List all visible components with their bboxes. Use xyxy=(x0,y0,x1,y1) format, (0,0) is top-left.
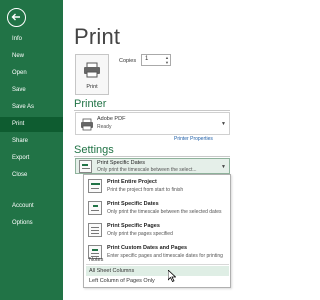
sidebar-item-save-as[interactable]: Save As xyxy=(0,100,63,115)
pages-icon xyxy=(88,223,102,237)
copies-value: 1 xyxy=(145,56,149,62)
menu-option-left-column-pages[interactable]: Left Column of Pages Only xyxy=(86,276,229,286)
copies-label: Copies xyxy=(119,58,137,64)
selected-range-title: Print Specific Dates xyxy=(97,160,145,166)
sidebar-item-account[interactable]: Account xyxy=(0,199,63,214)
print-range-dropdown[interactable]: Print Specific Dates Only print the time… xyxy=(75,158,230,174)
menu-item-desc: Only print the timescale between the sel… xyxy=(107,209,222,215)
date-range-icon xyxy=(88,201,102,215)
menu-item-entire-project[interactable]: Print Entire Project Print the project f… xyxy=(86,176,229,198)
sidebar-item-info[interactable]: Info xyxy=(0,32,63,47)
sidebar-item-export[interactable]: Export xyxy=(0,151,63,166)
menu-item-title: Print Specific Dates xyxy=(107,201,159,207)
print-range-menu: Print Entire Project Print the project f… xyxy=(83,174,231,288)
backstage-sidebar: Info New Open Save Save As Print Share E… xyxy=(0,0,63,300)
print-pane: Print Print Copies 1 ▲ ▼ Printer Adobe P… xyxy=(63,0,241,300)
printer-dropdown[interactable]: Adobe PDF Ready ▼ xyxy=(75,112,230,135)
sidebar-item-save[interactable]: Save xyxy=(0,83,63,98)
menu-item-title: Print Custom Dates and Pages xyxy=(107,245,188,251)
spin-down-icon[interactable]: ▼ xyxy=(165,61,169,65)
sidebar-item-print[interactable]: Print xyxy=(0,117,63,132)
menu-option-notes[interactable]: Notes xyxy=(86,255,229,265)
sidebar-item-new[interactable]: New xyxy=(0,49,63,64)
menu-item-desc: Only print the pages specified xyxy=(107,231,173,237)
printer-divider xyxy=(74,110,230,111)
printer-icon xyxy=(84,62,100,78)
menu-item-specific-pages[interactable]: Print Specific Pages Only print the page… xyxy=(86,220,229,242)
arrow-left-icon xyxy=(11,13,20,21)
settings-heading: Settings xyxy=(74,144,114,156)
settings-divider xyxy=(74,156,230,157)
copies-stepper[interactable]: 1 ▲ ▼ xyxy=(141,54,171,66)
mouse-cursor-icon xyxy=(168,270,176,282)
menu-item-title: Print Specific Pages xyxy=(107,223,160,229)
calendar-range-icon xyxy=(79,160,92,173)
printer-properties-link[interactable]: Printer Properties xyxy=(174,136,213,142)
chevron-down-icon: ▼ xyxy=(221,121,226,127)
menu-option-all-sheet-columns[interactable]: All Sheet Columns xyxy=(86,266,229,276)
printer-name: Adobe PDF xyxy=(97,116,126,122)
page-title: Print xyxy=(74,24,121,49)
printer-icon xyxy=(81,118,93,131)
back-button[interactable] xyxy=(7,8,26,27)
chevron-down-icon: ▼ xyxy=(221,164,226,170)
sidebar-item-share[interactable]: Share xyxy=(0,134,63,149)
full-timeline-icon xyxy=(88,179,102,193)
menu-item-specific-dates[interactable]: Print Specific Dates Only print the time… xyxy=(86,198,229,220)
print-button-label: Print xyxy=(86,84,98,90)
menu-item-desc: Print the project from start to finish xyxy=(107,187,184,193)
printer-status: Ready xyxy=(97,124,112,130)
selected-range-desc: Only print the timescale between the sel… xyxy=(97,167,197,173)
menu-item-title: Print Entire Project xyxy=(107,179,157,185)
sidebar-item-open[interactable]: Open xyxy=(0,66,63,81)
sidebar-item-close[interactable]: Close xyxy=(0,168,63,183)
sidebar-item-options[interactable]: Options xyxy=(0,216,63,231)
printer-heading: Printer xyxy=(74,98,107,110)
print-button[interactable]: Print xyxy=(75,54,109,95)
